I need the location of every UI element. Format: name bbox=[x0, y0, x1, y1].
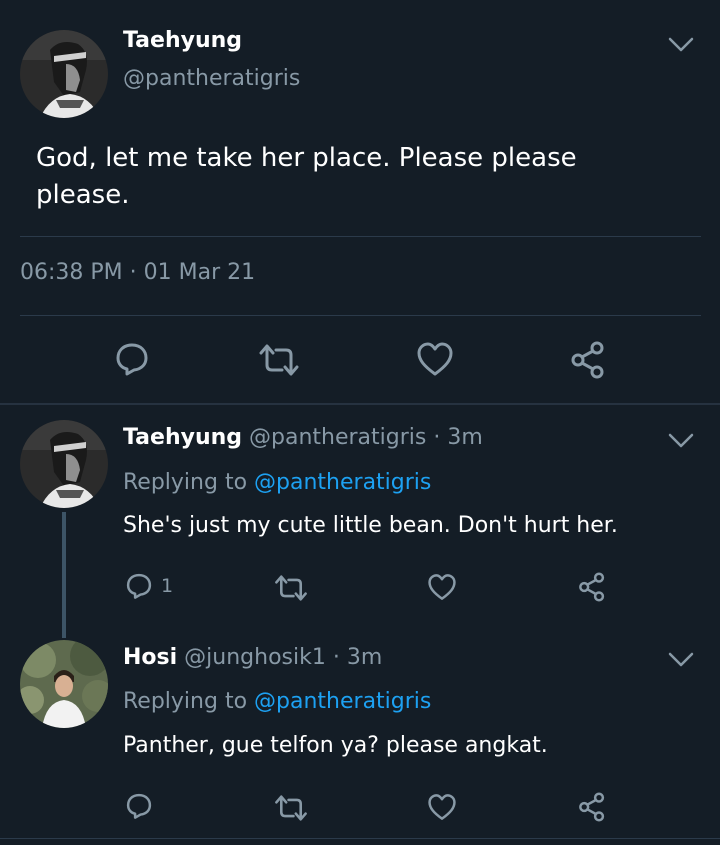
replying-to-handle[interactable]: @pantheratigris bbox=[254, 689, 431, 714]
retweet-icon bbox=[275, 575, 307, 601]
share-icon bbox=[579, 572, 605, 602]
share-icon bbox=[571, 341, 604, 379]
replying-to-label: Replying to bbox=[123, 689, 248, 714]
avatar[interactable] bbox=[20, 420, 108, 508]
chevron-down-icon[interactable] bbox=[668, 37, 694, 57]
reply-icon bbox=[126, 573, 152, 599]
share-button[interactable] bbox=[570, 341, 606, 379]
replying-to-label: Replying to bbox=[123, 470, 248, 495]
divider bbox=[20, 315, 701, 316]
replying-to: Replying to @pantheratigris bbox=[123, 470, 431, 495]
divider bbox=[0, 403, 720, 405]
share-button[interactable] bbox=[578, 572, 606, 602]
retweet-button[interactable] bbox=[274, 574, 308, 602]
reply-header: Taehyung @pantheratigris · 3m bbox=[123, 425, 483, 450]
like-icon bbox=[428, 574, 456, 600]
author-handle[interactable]: @pantheratigris bbox=[123, 66, 300, 91]
author-handle[interactable]: @junghosik1 bbox=[184, 645, 326, 670]
thread-line bbox=[62, 512, 66, 638]
tweet-text: God, let me take her place. Please pleas… bbox=[36, 143, 577, 210]
tweet-text: Panther, gue telfon ya? please angkat. bbox=[123, 733, 548, 758]
reply-button[interactable]: 1 bbox=[125, 572, 173, 600]
share-button[interactable] bbox=[578, 792, 606, 822]
retweet-icon bbox=[275, 795, 307, 821]
retweet-icon bbox=[259, 344, 299, 376]
chevron-down-icon[interactable] bbox=[668, 433, 694, 453]
author-name[interactable]: Taehyung bbox=[123, 425, 242, 450]
reply-button[interactable] bbox=[125, 792, 161, 820]
reply-header: Hosi @junghosik1 · 3m bbox=[123, 645, 382, 670]
retweet-button[interactable] bbox=[258, 343, 300, 377]
divider bbox=[20, 236, 701, 237]
reply-button[interactable] bbox=[114, 341, 150, 377]
like-icon bbox=[417, 342, 453, 376]
reply-count: 1 bbox=[161, 575, 174, 597]
reply-icon bbox=[126, 793, 152, 819]
tweet-time: · 3m bbox=[332, 645, 383, 670]
tweet-timestamp: 06:38 PM · 01 Mar 21 bbox=[20, 260, 256, 285]
chevron-down-icon[interactable] bbox=[668, 652, 694, 672]
divider bbox=[0, 838, 720, 839]
share-icon bbox=[579, 792, 605, 822]
avatar[interactable] bbox=[20, 640, 108, 728]
author-name[interactable]: Taehyung bbox=[123, 28, 242, 53]
like-button[interactable] bbox=[427, 793, 457, 821]
like-button[interactable] bbox=[427, 573, 457, 601]
author-handle[interactable]: @pantheratigris bbox=[249, 425, 426, 450]
replying-to-handle[interactable]: @pantheratigris bbox=[254, 470, 431, 495]
tweet-time: · 3m bbox=[433, 425, 483, 450]
replying-to: Replying to @pantheratigris bbox=[123, 689, 431, 714]
author-name[interactable]: Hosi bbox=[123, 645, 177, 670]
like-icon bbox=[428, 794, 456, 820]
like-button[interactable] bbox=[416, 341, 454, 377]
avatar[interactable] bbox=[20, 30, 108, 118]
reply-icon bbox=[116, 343, 148, 376]
tweet-text: She's just my cute little bean. Don't hu… bbox=[123, 513, 618, 538]
retweet-button[interactable] bbox=[274, 794, 308, 822]
